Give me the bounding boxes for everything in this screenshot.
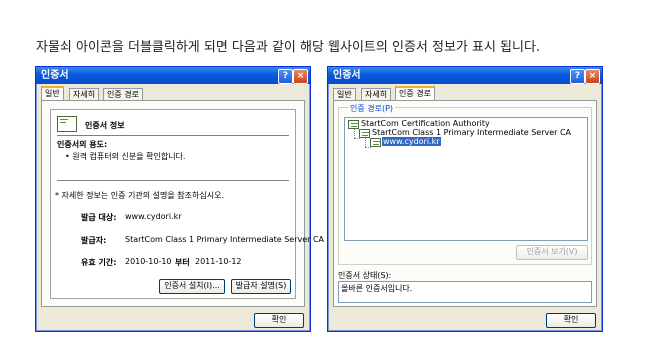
- valid-to: 2011-10-12: [195, 257, 242, 266]
- more-info-note: * 자세한 정보는 인증 기관의 설명을 참조하십시오.: [55, 191, 224, 200]
- cert-path-tree[interactable]: StartCom Certification Authority StartCo…: [344, 117, 588, 241]
- certificate-dialog-path: 인증서 ? × 일반 자세히 인증 경로 인증 경로(P) StartCom C…: [327, 66, 603, 332]
- tree-connector: [354, 138, 360, 140]
- purpose-item: • 원격 컴퓨터의 신분을 확인합니다.: [65, 152, 186, 161]
- path-intermediate[interactable]: StartCom Class 1 Primary Intermediate Se…: [372, 128, 571, 137]
- install-cert-button[interactable]: 인증서 설치(I)...: [159, 279, 225, 294]
- cert-info-box: 인증서 정보 인증서의 용도: • 원격 컴퓨터의 신분을 확인합니다. * 자…: [50, 109, 324, 299]
- certificate-icon: [57, 116, 77, 132]
- status-box: 올바른 인증서입니다.: [338, 281, 592, 303]
- tab-panel: 인증서 정보 인증서의 용도: • 원격 컴퓨터의 신분을 확인합니다. * 자…: [41, 100, 324, 307]
- window-title: 인증서: [41, 70, 69, 81]
- caption-text: 자물쇠 아이콘을 더블클릭하게 되면 다음과 같이 해당 웹사이트의 인증서 정…: [36, 40, 541, 55]
- ok-button[interactable]: 확인: [546, 313, 596, 328]
- ok-button[interactable]: 확인: [254, 313, 304, 328]
- title-bar[interactable]: 인증서 ? ×: [36, 67, 310, 84]
- window-title: 인증서: [333, 70, 361, 81]
- issued-by-label: 발급자:: [81, 236, 107, 245]
- purpose-label: 인증서의 용도:: [57, 140, 108, 149]
- status-label: 인증서 상태(S):: [338, 271, 392, 280]
- certificate-icon: [370, 138, 381, 147]
- issuer-statement-button[interactable]: 발급자 설명(S): [231, 279, 291, 294]
- divider: [57, 180, 289, 181]
- validity-label: 유효 기간:: [81, 258, 117, 267]
- cert-path-label: 인증 경로(P): [348, 103, 396, 114]
- issued-by-value: StartCom Class 1 Primary Intermediate Se…: [125, 235, 325, 244]
- title-bar[interactable]: 인증서 ? ×: [328, 67, 602, 84]
- cert-info-header: 인증서 정보: [85, 121, 125, 130]
- tab-panel: 인증 경로(P) StartCom Certification Authorit…: [333, 100, 597, 307]
- status-value: 올바른 인증서입니다.: [341, 284, 413, 293]
- certificate-dialog-general: 인증서 ? × 일반 자세히 인증 경로 인증서 정보 인증서의 용도: • 원…: [35, 66, 324, 332]
- path-root[interactable]: StartCom Certification Authority: [361, 119, 490, 128]
- close-button[interactable]: ×: [585, 69, 600, 84]
- close-button[interactable]: ×: [293, 69, 308, 84]
- tree-connector: [365, 147, 371, 149]
- issued-to-label: 발급 대상:: [81, 213, 117, 222]
- certificate-icon: [348, 120, 359, 129]
- view-cert-button[interactable]: 인증서 보기(V): [516, 245, 588, 260]
- help-button[interactable]: ?: [570, 69, 585, 84]
- issued-to-value: www.cydori.kr: [125, 212, 182, 221]
- path-leaf[interactable]: www.cydori.kr: [382, 137, 441, 146]
- help-button[interactable]: ?: [278, 69, 293, 84]
- validity-to-word: 부터: [175, 258, 190, 267]
- valid-from: 2010-10-10: [125, 257, 172, 266]
- divider: [57, 135, 289, 136]
- certificate-icon: [359, 129, 370, 138]
